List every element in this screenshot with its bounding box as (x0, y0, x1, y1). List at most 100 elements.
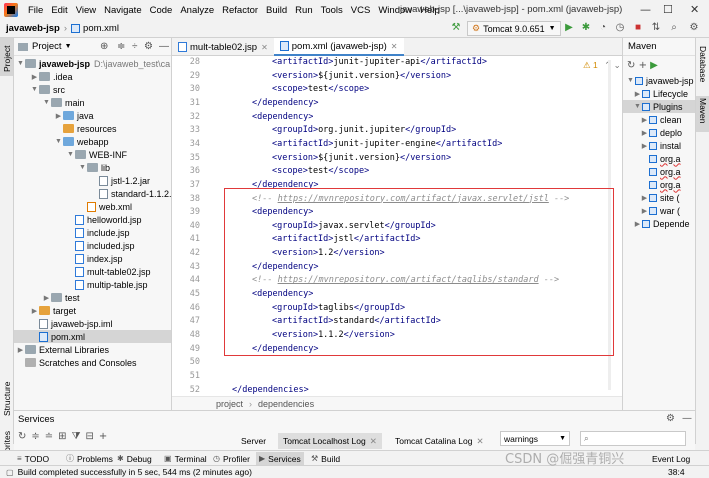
tree-item-pom[interactable]: pom.xml (14, 330, 171, 343)
maven-tree-item[interactable]: org.a (640, 178, 681, 191)
tree-item-idea[interactable]: ▶ .idea (30, 70, 73, 83)
run-icon[interactable]: ▶ (563, 22, 575, 34)
tree-item-webinf[interactable]: ▼ WEB-INF (66, 148, 127, 161)
hide-icon[interactable]: — (682, 413, 692, 424)
breadcrumb-project[interactable]: project (216, 399, 243, 409)
layout-icon[interactable]: ⊟ (85, 431, 98, 442)
tree-item-multip-table[interactable]: multip-table.jsp (75, 278, 148, 291)
gear-icon[interactable]: ⚙ (666, 413, 675, 424)
menu-run[interactable]: Run (291, 5, 316, 16)
maven-tree-item[interactable]: ▶ site ( (640, 191, 680, 204)
maven-tree-item[interactable]: ▶ Lifecycle (633, 87, 688, 100)
maven-tree-item[interactable]: org.a (640, 152, 681, 165)
tool-tab-services[interactable]: ▶ Services (256, 452, 304, 465)
log-search-input[interactable]: ⌕ (580, 431, 686, 446)
collapse-icon[interactable]: ≑ (117, 41, 125, 52)
tree-item-target[interactable]: ▶ target (30, 304, 76, 317)
settings-icon[interactable]: ⚙ (688, 22, 700, 34)
nav-file[interactable]: pom.xml (83, 23, 119, 34)
group-icon[interactable]: ⊞ (58, 431, 71, 442)
close-tab-icon[interactable]: ✕ (477, 436, 484, 447)
tab-mult-table02[interactable]: mult-table02.jsp ✕ (172, 38, 274, 56)
hammer-icon[interactable]: ⚒ (450, 22, 462, 34)
strip-maven[interactable]: Maven (698, 98, 708, 124)
run-config-select[interactable]: ⚙ Tomcat 9.0.651 ▼ (467, 21, 561, 36)
close-tab-icon[interactable]: ✕ (391, 42, 398, 51)
menu-refactor[interactable]: Refactor (218, 5, 262, 16)
tree-item-java[interactable]: ▶ java (54, 109, 94, 122)
tool-tab-problems[interactable]: ⓘ Problems (66, 452, 113, 465)
maven-tree-item[interactable]: ▶ Depende (633, 217, 690, 230)
log-level-select[interactable]: warnings ▼ (500, 431, 570, 446)
profile-icon[interactable]: ◷ (614, 22, 626, 34)
minimize-icon[interactable]: — (640, 3, 651, 16)
tree-item-external-libraries[interactable]: ▶ External Libraries (16, 343, 109, 356)
close-tab-icon[interactable]: ✕ (370, 436, 377, 447)
tool-tab-debug[interactable]: ✱ Debug (117, 452, 152, 465)
tree-item-iml[interactable]: javaweb-jsp.iml (39, 317, 113, 330)
filter-icon[interactable]: ⧩ (72, 431, 86, 442)
menu-build[interactable]: Build (262, 5, 291, 16)
maven-tree-item[interactable]: ▶ deplo (640, 126, 682, 139)
tree-item-helloworld[interactable]: helloworld.jsp (75, 213, 142, 226)
stop-icon[interactable]: ■ (632, 22, 644, 34)
menu-edit[interactable]: Edit (47, 5, 71, 16)
tree-item-jstl-jar[interactable]: jstl-1.2.jar (99, 174, 150, 187)
vcs-icon[interactable]: ⇅ (650, 22, 662, 34)
debug-icon[interactable]: ✱ (580, 22, 592, 34)
add-service-icon[interactable]: + (99, 431, 112, 442)
strip-database[interactable]: Database (698, 46, 708, 82)
tool-tab-event-log[interactable]: Event Log (652, 452, 690, 465)
strip-project[interactable]: Project (2, 46, 12, 72)
add-icon[interactable]: + (639, 60, 647, 71)
tab-localhost-log[interactable]: Tomcat Localhost Log ✕ (278, 433, 382, 449)
reload-icon[interactable]: ↻ (627, 60, 635, 71)
chevron-down-icon[interactable]: ⌄ (614, 60, 621, 70)
menu-file[interactable]: File (24, 5, 47, 16)
hide-icon[interactable]: — (159, 41, 169, 52)
maximize-icon[interactable]: ☐ (663, 3, 673, 16)
tab-server[interactable]: Server (236, 433, 271, 449)
tree-item-src[interactable]: ▼ src (30, 83, 65, 96)
menu-navigate[interactable]: Navigate (100, 5, 146, 16)
menu-code[interactable]: Code (146, 5, 177, 16)
menu-analyze[interactable]: Analyze (176, 5, 218, 16)
tool-tab-terminal[interactable]: ▣ Terminal (164, 452, 207, 465)
tool-tab-todo[interactable]: ≡ TODO (17, 452, 49, 465)
chevron-down-icon[interactable]: ▼ (65, 43, 72, 50)
refresh-icon[interactable]: ↻ (18, 431, 31, 442)
nav-project[interactable]: javaweb-jsp (0, 23, 60, 34)
expand-icon[interactable]: ÷ (132, 41, 138, 52)
tab-pom[interactable]: pom.xml (javaweb-jsp) ✕ (273, 38, 404, 56)
tree-item-root[interactable]: ▼ javaweb-jsp D:\javaweb_test\ca (16, 57, 170, 70)
tree-item-webapp[interactable]: ▼ webapp (54, 135, 109, 148)
tree-item-test[interactable]: ▶ test (42, 291, 80, 304)
tab-catalina-log[interactable]: Tomcat Catalina Log ✕ (390, 433, 489, 449)
inspection-widget[interactable]: ⚠ 1 ⌃ ⌄ (583, 60, 621, 71)
tree-item-web-xml[interactable]: web.xml (87, 200, 132, 213)
tree-item-standard-jar[interactable]: standard-1.1.2. (99, 187, 171, 200)
maven-tree-item[interactable]: org.a (640, 165, 681, 178)
tool-tab-profiler[interactable]: ◷ Profiler (213, 452, 250, 465)
close-tab-icon[interactable]: ✕ (261, 43, 268, 52)
menu-vcs[interactable]: VCS (347, 5, 375, 16)
strip-structure[interactable]: Structure (2, 382, 12, 417)
tree-item-resources[interactable]: resources (63, 122, 117, 135)
breadcrumb-dependencies[interactable]: dependencies (258, 399, 314, 409)
tree-item-scratches[interactable]: Scratches and Consoles (25, 356, 137, 369)
tool-tab-build[interactable]: ⚒ Build (311, 452, 340, 465)
search-icon[interactable]: ⌕ (668, 22, 680, 34)
menu-view[interactable]: View (72, 5, 100, 16)
locate-icon[interactable]: ⊕ (100, 41, 108, 52)
tree-item-main[interactable]: ▼ main (42, 96, 84, 109)
maven-tree-item[interactable]: ▼ Plugins (623, 100, 695, 113)
maven-tree-item[interactable]: ▶ war ( (640, 204, 680, 217)
tree-item-included[interactable]: included.jsp (75, 239, 135, 252)
menu-tools[interactable]: Tools (317, 5, 347, 16)
maven-tree-item[interactable]: ▼ javaweb-jsp (626, 74, 694, 87)
maven-tree-item[interactable]: ▶ clean (640, 113, 682, 126)
coverage-icon[interactable]: ◔ (597, 22, 609, 34)
gear-icon[interactable]: ⚙ (144, 41, 153, 52)
expand-all-icon[interactable]: ≑ (31, 431, 44, 442)
caret-position[interactable]: 38:4 (668, 467, 685, 477)
